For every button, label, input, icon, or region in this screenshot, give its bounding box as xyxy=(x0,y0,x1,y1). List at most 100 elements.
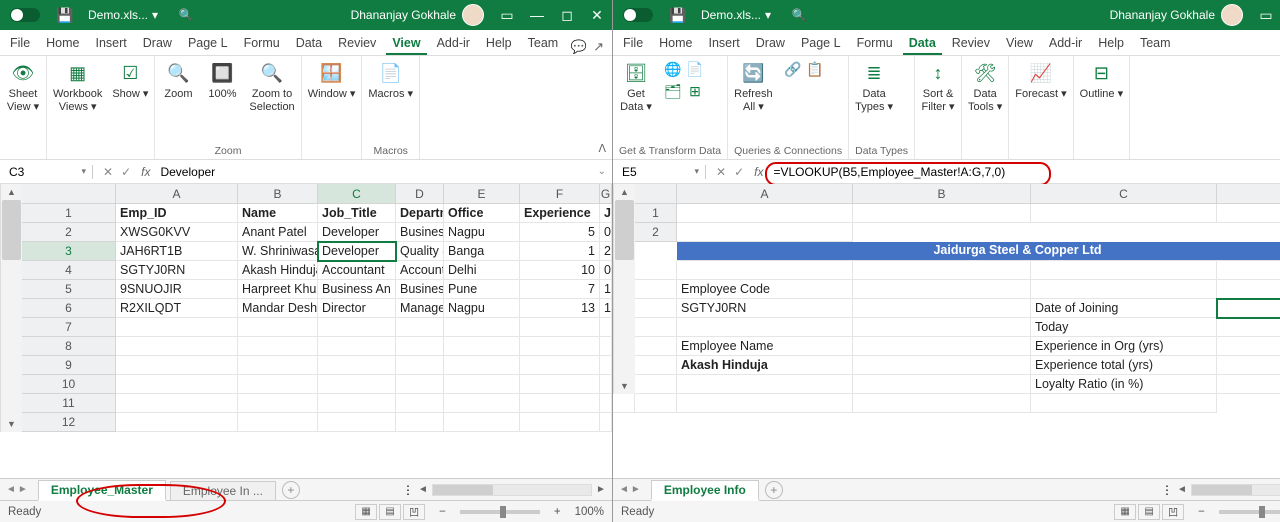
cell[interactable] xyxy=(520,318,600,337)
menu-tab-insert[interactable]: Insert xyxy=(703,33,746,55)
column-header[interactable]: D xyxy=(1217,184,1280,204)
cell[interactable] xyxy=(116,356,238,375)
cell[interactable]: SGTYJ0RN xyxy=(116,261,238,280)
cell[interactable] xyxy=(520,337,600,356)
user-account[interactable]: Dhananjay Gokhale xyxy=(1102,4,1251,26)
column-header[interactable]: C xyxy=(318,184,396,204)
sheet-nav-next[interactable]: ► xyxy=(631,484,641,495)
row-header[interactable]: 7 xyxy=(22,318,116,337)
column-header[interactable]: G xyxy=(600,184,612,204)
row-header[interactable]: 4 xyxy=(22,261,116,280)
filename-dropdown[interactable]: Demo.xls... ▾ xyxy=(693,8,779,22)
ribbon-small-button[interactable]: 🔗 xyxy=(783,60,803,78)
zoom-out-button[interactable]: − xyxy=(439,506,446,518)
menu-tab-data[interactable]: Data xyxy=(290,33,328,55)
vertical-scrollbar[interactable]: ▲▼ xyxy=(613,184,635,394)
menu-tab-insert[interactable]: Insert xyxy=(90,33,133,55)
cell[interactable]: Akash Hinduja xyxy=(238,261,318,280)
cell[interactable] xyxy=(635,375,677,394)
enter-icon[interactable]: ✓ xyxy=(734,165,744,179)
row-header[interactable]: 2 xyxy=(22,223,116,242)
cell[interactable] xyxy=(853,356,1031,375)
cell[interactable]: 5 xyxy=(520,223,600,242)
cancel-icon[interactable]: ✕ xyxy=(716,165,726,179)
enter-icon[interactable]: ✓ xyxy=(121,165,131,179)
cell[interactable]: R2XILQDT xyxy=(116,299,238,318)
row-header[interactable]: 12 xyxy=(22,413,116,432)
row-header[interactable]: 6 xyxy=(22,299,116,318)
header-cell[interactable]: Joining_Date xyxy=(600,204,612,223)
autosave-toggle[interactable] xyxy=(613,8,663,22)
cell[interactable] xyxy=(116,375,238,394)
cell[interactable]: Manageme xyxy=(396,299,444,318)
cell[interactable] xyxy=(1217,280,1280,299)
row-header[interactable]: 2 xyxy=(635,223,677,242)
column-header[interactable]: B xyxy=(853,184,1031,204)
sheet-nav-prev[interactable]: ◄ xyxy=(619,484,629,495)
horizontal-scrollbar[interactable]: ⋮ ◄ ► xyxy=(402,479,612,500)
cell[interactable] xyxy=(1217,204,1280,223)
cell[interactable]: Delhi xyxy=(444,261,520,280)
ribbon-button-zoom[interactable]: 🔍Zoom xyxy=(161,60,195,101)
ribbon-small-button[interactable]: 📋 xyxy=(805,60,825,78)
cell[interactable]: Accountant xyxy=(318,261,396,280)
menu-tab-help[interactable]: Help xyxy=(1092,33,1130,55)
cell[interactable]: 07-06-2018 xyxy=(600,261,612,280)
cell[interactable]: Nagpu xyxy=(444,299,520,318)
ribbon-button-show[interactable]: ☑Show ▾ xyxy=(112,60,148,101)
cell[interactable]: Accounting xyxy=(396,261,444,280)
cell[interactable] xyxy=(635,356,677,375)
column-header[interactable]: F xyxy=(520,184,600,204)
menu-tab-add-ir[interactable]: Add-ir xyxy=(1043,33,1088,55)
row-header[interactable]: 11 xyxy=(22,394,116,413)
cell[interactable]: 1 xyxy=(520,242,600,261)
ribbon-button-get-data[interactable]: 🗄GetData ▾ xyxy=(619,60,653,113)
select-all-corner[interactable] xyxy=(22,184,116,204)
company-title[interactable]: Jaidurga Steel & Copper Ltd xyxy=(677,242,1280,261)
cell[interactable] xyxy=(600,394,612,413)
cell[interactable]: SGTYJ0RN xyxy=(677,299,853,318)
name-box[interactable]: C3 ▾ xyxy=(3,165,93,179)
add-sheet-button[interactable]: + xyxy=(282,481,300,499)
menu-tab-team[interactable]: Team xyxy=(1134,33,1177,55)
fx-icon[interactable]: fx xyxy=(754,165,769,179)
cell[interactable] xyxy=(318,318,396,337)
cell[interactable] xyxy=(396,375,444,394)
ribbon-button-macros[interactable]: 📄Macros ▾ xyxy=(368,60,413,101)
menu-tab-home[interactable]: Home xyxy=(653,33,698,55)
cell[interactable] xyxy=(444,394,520,413)
column-header[interactable]: A xyxy=(116,184,238,204)
zoom-slider[interactable] xyxy=(460,510,540,514)
column-header[interactable]: A xyxy=(677,184,853,204)
cell[interactable] xyxy=(396,337,444,356)
view-layout-button[interactable]: ▤ xyxy=(379,504,401,520)
cell[interactable] xyxy=(238,413,318,432)
zoom-in-button[interactable]: + xyxy=(554,506,561,518)
row-header[interactable]: 10 xyxy=(22,375,116,394)
sheet-nav-next[interactable]: ► xyxy=(18,484,28,495)
menu-tab-draw[interactable]: Draw xyxy=(137,33,178,55)
expand-formula-icon[interactable]: ⌄ xyxy=(592,166,612,177)
vertical-scrollbar[interactable]: ▲▼ xyxy=(0,184,22,432)
cell[interactable]: 18-03-2013 xyxy=(600,299,612,318)
column-header[interactable]: C xyxy=(1031,184,1217,204)
name-box[interactable]: E5 ▾ xyxy=(616,165,706,179)
cell[interactable]: Harpreet Khurana xyxy=(238,280,318,299)
cell[interactable] xyxy=(600,375,612,394)
cancel-icon[interactable]: ✕ xyxy=(103,165,113,179)
formula-input[interactable] xyxy=(160,165,587,179)
sheet-nav-prev[interactable]: ◄ xyxy=(6,484,16,495)
cell[interactable] xyxy=(520,356,600,375)
cell[interactable] xyxy=(238,318,318,337)
cell[interactable]: Director xyxy=(318,299,396,318)
ribbon-button-workbook-views[interactable]: ▦WorkbookViews ▾ xyxy=(53,60,102,113)
cell[interactable] xyxy=(600,337,612,356)
cell[interactable] xyxy=(635,280,677,299)
cell[interactable]: 13 xyxy=(520,299,600,318)
cell[interactable] xyxy=(396,318,444,337)
cell[interactable] xyxy=(853,337,1031,356)
cell[interactable] xyxy=(853,375,1031,394)
ribbon-button-100-[interactable]: 🔲100% xyxy=(205,60,239,101)
cell[interactable] xyxy=(238,356,318,375)
cell[interactable]: Developer xyxy=(318,223,396,242)
